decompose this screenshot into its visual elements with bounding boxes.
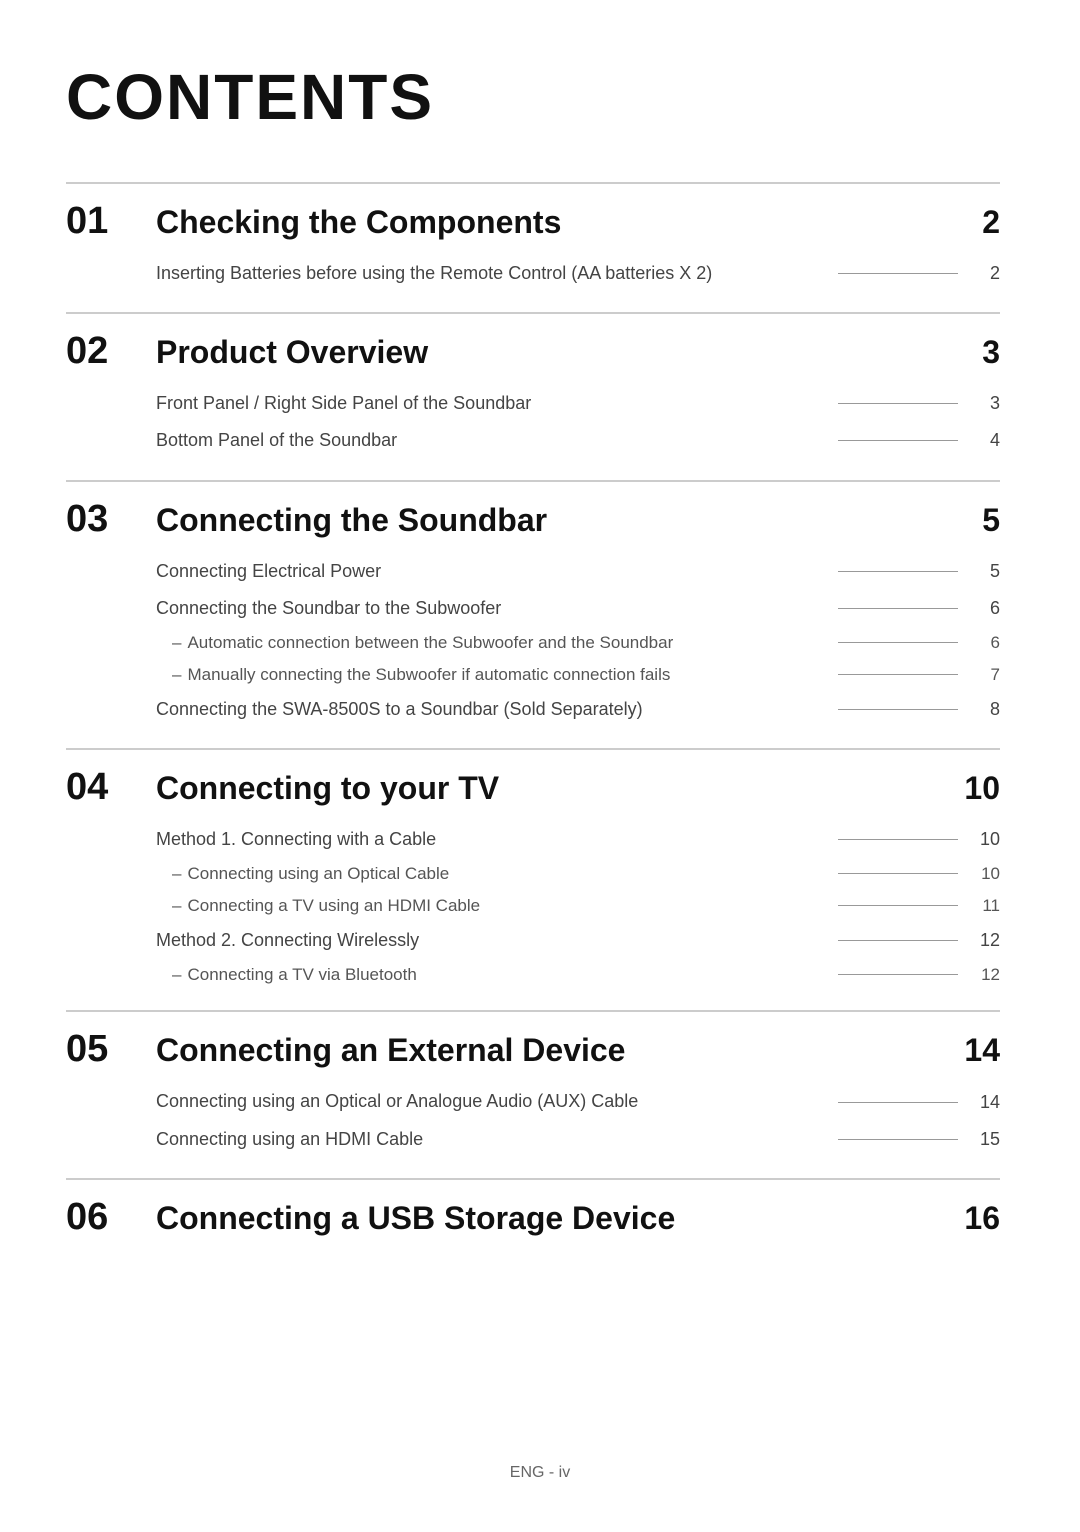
section-title-04: Connecting to your TV <box>156 770 950 807</box>
toc-entry: –Connecting a TV using an HDMI Cable 11 <box>156 890 1000 922</box>
toc-entry-page: 14 <box>970 1092 1000 1113</box>
toc-section-04: 04Connecting to your TV10Method 1. Conne… <box>66 748 1000 1001</box>
toc-entry-line <box>838 571 958 572</box>
toc-entry-page: 10 <box>970 829 1000 850</box>
toc-entry-text: –Manually connecting the Subwoofer if au… <box>172 663 826 687</box>
section-page-04: 10 <box>950 770 1000 807</box>
toc-section-05: 05Connecting an External Device14Connect… <box>66 1010 1000 1167</box>
toc-entry-line <box>838 974 958 975</box>
toc-entry-text: Front Panel / Right Side Panel of the So… <box>156 391 826 416</box>
toc-entry-line <box>838 709 958 710</box>
toc-entry-text: Connecting using an Optical or Analogue … <box>156 1089 826 1114</box>
section-number-03: 03 <box>66 500 156 538</box>
toc-entry-line <box>838 873 958 874</box>
toc-entry: –Manually connecting the Subwoofer if au… <box>156 659 1000 691</box>
toc-section-03: 03Connecting the Soundbar5Connecting Ele… <box>66 480 1000 738</box>
toc-entry-text: Method 2. Connecting Wirelessly <box>156 928 826 953</box>
toc-entry-text: –Connecting a TV via Bluetooth <box>172 963 826 987</box>
toc-entry-line <box>838 1139 958 1140</box>
toc-entry-line <box>838 273 958 274</box>
toc-entry-text: Connecting the SWA-8500S to a Soundbar (… <box>156 697 826 722</box>
toc-entry: Connecting Electrical Power 5 <box>156 553 1000 590</box>
section-number-06: 06 <box>66 1198 156 1236</box>
toc-entry-line <box>838 940 958 941</box>
section-page-05: 14 <box>950 1032 1000 1069</box>
footer-text: ENG - iv <box>0 1464 1080 1482</box>
toc-entry-line <box>838 839 958 840</box>
toc-entry: Method 1. Connecting with a Cable 10 <box>156 821 1000 858</box>
toc-entry-line <box>838 905 958 906</box>
toc-entry-page: 15 <box>970 1129 1000 1150</box>
toc-entry-page: 2 <box>970 263 1000 284</box>
section-number-04: 04 <box>66 768 156 806</box>
toc-entry-text: Inserting Batteries before using the Rem… <box>156 261 826 286</box>
toc-entry-text: –Connecting using an Optical Cable <box>172 862 826 886</box>
toc-entry: Front Panel / Right Side Panel of the So… <box>156 385 1000 422</box>
toc-entry-line <box>838 403 958 404</box>
section-number-02: 02 <box>66 332 156 370</box>
toc-entry-page: 3 <box>970 393 1000 414</box>
toc-entry-page: 12 <box>970 965 1000 985</box>
section-page-06: 16 <box>950 1200 1000 1237</box>
toc-section-02: 02Product Overview3Front Panel / Right S… <box>66 312 1000 469</box>
section-number-01: 01 <box>66 202 156 240</box>
section-page-02: 3 <box>950 334 1000 371</box>
toc-entry: Connecting the Soundbar to the Subwoofer… <box>156 590 1000 627</box>
section-title-05: Connecting an External Device <box>156 1032 950 1069</box>
toc-entry: Bottom Panel of the Soundbar 4 <box>156 422 1000 459</box>
toc-entry-line <box>838 674 958 675</box>
toc-entry-page: 6 <box>970 598 1000 619</box>
toc-entry: –Connecting a TV via Bluetooth 12 <box>156 959 1000 991</box>
section-title-06: Connecting a USB Storage Device <box>156 1200 950 1237</box>
toc-entry-text: Connecting Electrical Power <box>156 559 826 584</box>
section-title-03: Connecting the Soundbar <box>156 502 950 539</box>
toc-section-01: 01Checking the Components2Inserting Batt… <box>66 182 1000 302</box>
toc-entry-text: Method 1. Connecting with a Cable <box>156 827 826 852</box>
toc-entry-line <box>838 608 958 609</box>
toc-entry-line <box>838 642 958 643</box>
toc-section-06: 06Connecting a USB Storage Device16 <box>66 1178 1000 1251</box>
toc-entry: –Automatic connection between the Subwoo… <box>156 627 1000 659</box>
toc-entry-line <box>838 440 958 441</box>
toc-entry-page: 7 <box>970 665 1000 685</box>
section-number-05: 05 <box>66 1030 156 1068</box>
section-title-01: Checking the Components <box>156 204 950 241</box>
toc-entry-text: Bottom Panel of the Soundbar <box>156 428 826 453</box>
toc-entry-page: 10 <box>970 864 1000 884</box>
toc-entry-page: 12 <box>970 930 1000 951</box>
toc-entry-text: –Automatic connection between the Subwoo… <box>172 631 826 655</box>
toc-entry-page: 4 <box>970 430 1000 451</box>
toc-container: 01Checking the Components2Inserting Batt… <box>66 182 1000 1251</box>
toc-entry-page: 8 <box>970 699 1000 720</box>
section-page-03: 5 <box>950 502 1000 539</box>
toc-entry: Connecting the SWA-8500S to a Soundbar (… <box>156 691 1000 728</box>
toc-entry-text: –Connecting a TV using an HDMI Cable <box>172 894 826 918</box>
toc-entry-page: 6 <box>970 633 1000 653</box>
section-title-02: Product Overview <box>156 334 950 371</box>
toc-entry-line <box>838 1102 958 1103</box>
toc-entry: Inserting Batteries before using the Rem… <box>156 255 1000 292</box>
toc-entry-page: 5 <box>970 561 1000 582</box>
page-title: CONTENTS <box>66 60 1000 134</box>
section-page-01: 2 <box>950 204 1000 241</box>
toc-entry-text: Connecting using an HDMI Cable <box>156 1127 826 1152</box>
toc-entry-text: Connecting the Soundbar to the Subwoofer <box>156 596 826 621</box>
toc-entry: Connecting using an HDMI Cable 15 <box>156 1121 1000 1158</box>
toc-entry: Method 2. Connecting Wirelessly 12 <box>156 922 1000 959</box>
toc-entry: Connecting using an Optical or Analogue … <box>156 1083 1000 1120</box>
toc-entry: –Connecting using an Optical Cable 10 <box>156 858 1000 890</box>
toc-entry-page: 11 <box>970 896 1000 916</box>
